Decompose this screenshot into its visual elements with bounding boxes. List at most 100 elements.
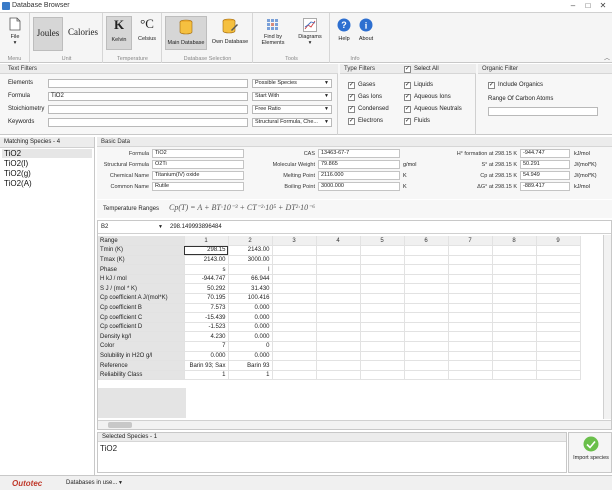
grid-cell[interactable] [536, 303, 581, 314]
file-menu-button[interactable]: File ▾ [2, 17, 28, 51]
column-header[interactable]: 8 [492, 236, 537, 247]
grid-cell[interactable] [316, 274, 361, 285]
cell-reference[interactable]: B2 [101, 224, 108, 230]
grid-cell[interactable] [492, 331, 537, 343]
close-button[interactable]: ✕ [596, 1, 610, 11]
column-header[interactable]: 6 [404, 236, 449, 247]
grid-cell[interactable] [272, 283, 317, 295]
grid-cell[interactable] [360, 293, 405, 304]
grid-cell[interactable]: l [228, 264, 273, 275]
column-header[interactable]: 1 [184, 236, 229, 247]
grid-cell[interactable]: Barin 93; Sax [184, 360, 229, 371]
grid-cell[interactable] [316, 303, 361, 314]
grid-cell[interactable]: 1 [228, 370, 273, 381]
grid-cell[interactable] [536, 370, 581, 381]
grid-cell[interactable]: 0.000 [228, 351, 273, 362]
grid-cell[interactable] [360, 312, 405, 323]
scrollbar-thumb[interactable] [108, 422, 132, 428]
grid-cell[interactable] [404, 245, 449, 256]
aqueous-ions-checkbox[interactable]: ✓ [404, 94, 411, 101]
grid-cell[interactable]: Barin 93 [228, 360, 273, 371]
grid-cell[interactable] [448, 255, 493, 266]
grid-cell[interactable]: -15.439 [184, 312, 229, 323]
grid-cell[interactable] [272, 360, 317, 371]
grid-cell[interactable] [272, 370, 317, 381]
formula-mode-select[interactable]: Start With ▼ [252, 92, 332, 101]
grid-cell[interactable]: 4.230 [184, 331, 229, 343]
grid-cell[interactable] [536, 351, 581, 362]
grid-cell[interactable] [492, 274, 537, 285]
column-header[interactable]: 7 [448, 236, 493, 247]
grid-cell[interactable] [492, 293, 537, 304]
grid-cell[interactable]: -1.523 [184, 322, 229, 333]
grid-cell[interactable] [404, 351, 449, 362]
databases-in-use-menu[interactable]: Databases in use... [66, 480, 117, 486]
grid-cell[interactable] [360, 351, 405, 362]
grid-cell[interactable]: 2143.00 [228, 245, 273, 256]
grid-cell[interactable] [404, 264, 449, 275]
grid-cell[interactable]: 100.416 [228, 293, 273, 304]
grid-cell[interactable] [448, 274, 493, 285]
grid-cell[interactable] [316, 293, 361, 304]
aqueous-neutrals-checkbox[interactable]: ✓ [404, 106, 411, 113]
grid-cell[interactable] [404, 370, 449, 381]
chevron-down-icon[interactable]: ▼ [118, 480, 123, 486]
grid-cell[interactable] [316, 283, 361, 295]
grid-cell[interactable] [536, 255, 581, 266]
grid-cell[interactable] [360, 245, 405, 256]
minimize-button[interactable]: – [566, 1, 580, 11]
grid-cell[interactable] [536, 245, 581, 256]
grid-cell[interactable] [492, 303, 537, 314]
grid-cell[interactable] [404, 331, 449, 343]
grid-cell[interactable]: 0.000 [228, 322, 273, 333]
grid-cell[interactable] [404, 360, 449, 371]
grid-cell[interactable] [272, 351, 317, 362]
grid-cell[interactable] [492, 351, 537, 362]
grid-cell[interactable] [448, 370, 493, 381]
column-header[interactable]: 2 [228, 236, 273, 247]
species-item[interactable]: TiO2(A) [4, 179, 32, 188]
grid-cell[interactable] [360, 360, 405, 371]
grid-cell[interactable]: 7 [184, 341, 229, 352]
grid-cell[interactable] [448, 283, 493, 295]
fluids-checkbox[interactable]: ✓ [404, 118, 411, 125]
grid-cell[interactable] [448, 322, 493, 333]
grid-cell[interactable] [536, 312, 581, 323]
grid-cell[interactable] [272, 264, 317, 275]
grid-cell[interactable] [360, 322, 405, 333]
grid-cell[interactable]: 0.000 [228, 303, 273, 314]
grid-cell[interactable] [272, 293, 317, 304]
grid-cell[interactable] [272, 341, 317, 352]
grid-cell[interactable] [316, 360, 361, 371]
grid-cell[interactable] [492, 322, 537, 333]
grid-cell[interactable] [272, 274, 317, 285]
find-by-elements-button[interactable]: Find by Elements [256, 16, 290, 52]
grid-cell[interactable] [404, 303, 449, 314]
include-organics-checkbox[interactable]: ✓ [488, 82, 495, 89]
grid-cell[interactable] [360, 331, 405, 343]
grid-cell[interactable] [316, 341, 361, 352]
grid-cell[interactable] [492, 341, 537, 352]
grid-cell[interactable] [360, 283, 405, 295]
grid-cell[interactable] [536, 331, 581, 343]
grid-cell[interactable] [272, 245, 317, 256]
column-header[interactable]: 3 [272, 236, 317, 247]
grid-cell[interactable] [316, 331, 361, 343]
grid-cell[interactable] [536, 283, 581, 295]
keywords-mode-select[interactable]: Structural Formula, Che... ▼ [252, 118, 332, 127]
grid-cell[interactable] [316, 351, 361, 362]
grid-cell[interactable]: 0 [228, 341, 273, 352]
own-database-button[interactable]: Own Database [209, 16, 251, 50]
gases-checkbox[interactable]: ✓ [348, 82, 355, 89]
grid-cell[interactable] [272, 331, 317, 343]
grid-cell[interactable] [272, 303, 317, 314]
grid-cell[interactable] [492, 283, 537, 295]
grid-cell[interactable] [536, 360, 581, 371]
about-button[interactable]: i About [355, 16, 377, 50]
stoichiometry-mode-select[interactable]: Free Ratio ▼ [252, 105, 332, 114]
grid-cell[interactable] [404, 283, 449, 295]
elements-input[interactable] [48, 79, 248, 88]
grid-cell[interactable] [492, 370, 537, 381]
grid-cell[interactable] [316, 245, 361, 256]
gas-ions-checkbox[interactable]: ✓ [348, 94, 355, 101]
